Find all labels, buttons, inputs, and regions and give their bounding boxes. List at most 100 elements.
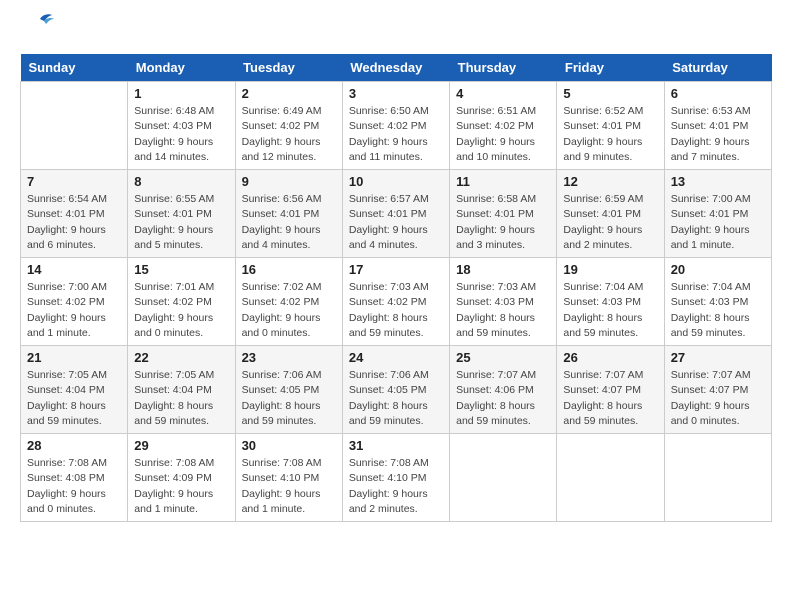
day-info: Sunrise: 7:06 AM Sunset: 4:05 PM Dayligh…: [349, 368, 443, 429]
logo: [20, 20, 54, 44]
day-info: Sunrise: 6:49 AM Sunset: 4:02 PM Dayligh…: [242, 104, 336, 165]
weekday-header-monday: Monday: [128, 54, 235, 82]
calendar-cell: 16 Sunrise: 7:02 AM Sunset: 4:02 PM Dayli…: [235, 258, 342, 346]
day-info: Sunrise: 7:08 AM Sunset: 4:09 PM Dayligh…: [134, 456, 228, 517]
calendar-cell: 18 Sunrise: 7:03 AM Sunset: 4:03 PM Dayli…: [450, 258, 557, 346]
day-info: Sunrise: 7:07 AM Sunset: 4:07 PM Dayligh…: [563, 368, 657, 429]
calendar-cell: 9 Sunrise: 6:56 AM Sunset: 4:01 PM Daylig…: [235, 170, 342, 258]
calendar-cell: 17 Sunrise: 7:03 AM Sunset: 4:02 PM Dayli…: [342, 258, 449, 346]
day-info: Sunrise: 7:03 AM Sunset: 4:02 PM Dayligh…: [349, 280, 443, 341]
calendar-cell: 26 Sunrise: 7:07 AM Sunset: 4:07 PM Dayli…: [557, 346, 664, 434]
day-number: 21: [27, 350, 121, 365]
calendar-cell: 31 Sunrise: 7:08 AM Sunset: 4:10 PM Dayli…: [342, 434, 449, 522]
day-number: 16: [242, 262, 336, 277]
weekday-header-saturday: Saturday: [664, 54, 771, 82]
calendar-cell: 10Sunrise: 6:57 AM Sunset: 4:01 PM Dayli…: [342, 170, 449, 258]
calendar-week-4: 21 Sunrise: 7:05 AM Sunset: 4:04 PM Dayli…: [21, 346, 772, 434]
day-number: 22: [134, 350, 228, 365]
calendar-week-3: 14 Sunrise: 7:00 AM Sunset: 4:02 PM Dayli…: [21, 258, 772, 346]
day-info: Sunrise: 7:07 AM Sunset: 4:07 PM Dayligh…: [671, 368, 765, 429]
day-info: Sunrise: 7:04 AM Sunset: 4:03 PM Dayligh…: [563, 280, 657, 341]
calendar-cell: [450, 434, 557, 522]
day-info: Sunrise: 7:06 AM Sunset: 4:05 PM Dayligh…: [242, 368, 336, 429]
day-number: 2: [242, 86, 336, 101]
calendar-week-2: 7Sunrise: 6:54 AM Sunset: 4:01 PM Daylig…: [21, 170, 772, 258]
day-number: 7: [27, 174, 121, 189]
calendar-cell: 21 Sunrise: 7:05 AM Sunset: 4:04 PM Dayli…: [21, 346, 128, 434]
day-number: 31: [349, 438, 443, 453]
day-number: 4: [456, 86, 550, 101]
day-info: Sunrise: 6:48 AM Sunset: 4:03 PM Dayligh…: [134, 104, 228, 165]
calendar-cell: 15 Sunrise: 7:01 AM Sunset: 4:02 PM Dayli…: [128, 258, 235, 346]
calendar-cell: [557, 434, 664, 522]
day-info: Sunrise: 7:08 AM Sunset: 4:10 PM Dayligh…: [349, 456, 443, 517]
calendar-week-5: 28Sunrise: 7:08 AM Sunset: 4:08 PM Dayli…: [21, 434, 772, 522]
day-number: 18: [456, 262, 550, 277]
day-info: Sunrise: 6:50 AM Sunset: 4:02 PM Dayligh…: [349, 104, 443, 165]
day-info: Sunrise: 7:04 AM Sunset: 4:03 PM Dayligh…: [671, 280, 765, 341]
day-number: 9: [242, 174, 336, 189]
day-number: 29: [134, 438, 228, 453]
day-number: 24: [349, 350, 443, 365]
day-number: 19: [563, 262, 657, 277]
day-number: 1: [134, 86, 228, 101]
day-info: Sunrise: 7:05 AM Sunset: 4:04 PM Dayligh…: [134, 368, 228, 429]
calendar-cell: 14 Sunrise: 7:00 AM Sunset: 4:02 PM Dayli…: [21, 258, 128, 346]
day-info: Sunrise: 7:05 AM Sunset: 4:04 PM Dayligh…: [27, 368, 121, 429]
calendar-cell: 29 Sunrise: 7:08 AM Sunset: 4:09 PM Dayli…: [128, 434, 235, 522]
calendar-cell: 19 Sunrise: 7:04 AM Sunset: 4:03 PM Dayli…: [557, 258, 664, 346]
calendar-cell: 4 Sunrise: 6:51 AM Sunset: 4:02 PM Daylig…: [450, 82, 557, 170]
day-info: Sunrise: 6:52 AM Sunset: 4:01 PM Dayligh…: [563, 104, 657, 165]
day-number: 17: [349, 262, 443, 277]
day-number: 3: [349, 86, 443, 101]
day-info: Sunrise: 6:53 AM Sunset: 4:01 PM Dayligh…: [671, 104, 765, 165]
day-info: Sunrise: 6:55 AM Sunset: 4:01 PM Dayligh…: [134, 192, 228, 253]
day-info: Sunrise: 6:56 AM Sunset: 4:01 PM Dayligh…: [242, 192, 336, 253]
day-info: Sunrise: 7:00 AM Sunset: 4:02 PM Dayligh…: [27, 280, 121, 341]
calendar-cell: 8 Sunrise: 6:55 AM Sunset: 4:01 PM Daylig…: [128, 170, 235, 258]
logo-bird-icon: [22, 11, 54, 39]
day-number: 14: [27, 262, 121, 277]
day-number: 8: [134, 174, 228, 189]
calendar-cell: 11 Sunrise: 6:58 AM Sunset: 4:01 PM Dayli…: [450, 170, 557, 258]
weekday-header-thursday: Thursday: [450, 54, 557, 82]
calendar-cell: 30 Sunrise: 7:08 AM Sunset: 4:10 PM Dayli…: [235, 434, 342, 522]
calendar-cell: 12 Sunrise: 6:59 AM Sunset: 4:01 PM Dayli…: [557, 170, 664, 258]
day-number: 15: [134, 262, 228, 277]
day-info: Sunrise: 7:08 AM Sunset: 4:10 PM Dayligh…: [242, 456, 336, 517]
calendar-cell: [664, 434, 771, 522]
day-number: 26: [563, 350, 657, 365]
day-info: Sunrise: 7:03 AM Sunset: 4:03 PM Dayligh…: [456, 280, 550, 341]
calendar-cell: 1 Sunrise: 6:48 AM Sunset: 4:03 PM Daylig…: [128, 82, 235, 170]
day-info: Sunrise: 7:00 AM Sunset: 4:01 PM Dayligh…: [671, 192, 765, 253]
day-info: Sunrise: 7:01 AM Sunset: 4:02 PM Dayligh…: [134, 280, 228, 341]
calendar-cell: 22 Sunrise: 7:05 AM Sunset: 4:04 PM Dayli…: [128, 346, 235, 434]
day-number: 30: [242, 438, 336, 453]
day-info: Sunrise: 6:59 AM Sunset: 4:01 PM Dayligh…: [563, 192, 657, 253]
calendar-cell: 23 Sunrise: 7:06 AM Sunset: 4:05 PM Dayli…: [235, 346, 342, 434]
weekday-header-tuesday: Tuesday: [235, 54, 342, 82]
day-info: Sunrise: 7:08 AM Sunset: 4:08 PM Dayligh…: [27, 456, 121, 517]
weekday-header-friday: Friday: [557, 54, 664, 82]
calendar-cell: 20 Sunrise: 7:04 AM Sunset: 4:03 PM Dayli…: [664, 258, 771, 346]
calendar-cell: 5 Sunrise: 6:52 AM Sunset: 4:01 PM Daylig…: [557, 82, 664, 170]
calendar-cell: 24 Sunrise: 7:06 AM Sunset: 4:05 PM Dayli…: [342, 346, 449, 434]
weekday-header-sunday: Sunday: [21, 54, 128, 82]
calendar-cell: 27 Sunrise: 7:07 AM Sunset: 4:07 PM Dayli…: [664, 346, 771, 434]
day-info: Sunrise: 7:02 AM Sunset: 4:02 PM Dayligh…: [242, 280, 336, 341]
calendar-cell: 3 Sunrise: 6:50 AM Sunset: 4:02 PM Daylig…: [342, 82, 449, 170]
day-number: 13: [671, 174, 765, 189]
calendar-cell: 25Sunrise: 7:07 AM Sunset: 4:06 PM Dayli…: [450, 346, 557, 434]
calendar-cell: 6Sunrise: 6:53 AM Sunset: 4:01 PM Daylig…: [664, 82, 771, 170]
calendar-week-1: 1 Sunrise: 6:48 AM Sunset: 4:03 PM Daylig…: [21, 82, 772, 170]
day-number: 11: [456, 174, 550, 189]
day-number: 20: [671, 262, 765, 277]
day-info: Sunrise: 6:58 AM Sunset: 4:01 PM Dayligh…: [456, 192, 550, 253]
day-number: 27: [671, 350, 765, 365]
day-info: Sunrise: 6:51 AM Sunset: 4:02 PM Dayligh…: [456, 104, 550, 165]
day-number: 5: [563, 86, 657, 101]
day-number: 23: [242, 350, 336, 365]
day-number: 12: [563, 174, 657, 189]
calendar-cell: 7Sunrise: 6:54 AM Sunset: 4:01 PM Daylig…: [21, 170, 128, 258]
page-header: [20, 20, 772, 44]
